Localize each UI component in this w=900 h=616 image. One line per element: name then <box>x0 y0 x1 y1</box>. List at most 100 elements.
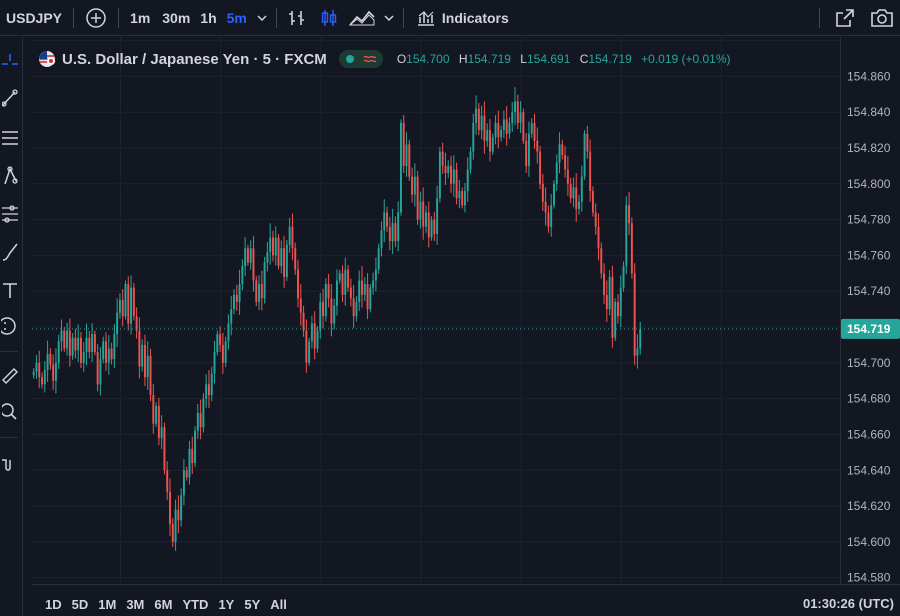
range-6m-button[interactable]: 6M <box>149 597 177 612</box>
range-1y-button[interactable]: 1Y <box>213 597 239 612</box>
candle-body <box>299 298 302 313</box>
candle-body <box>66 330 69 349</box>
candle-body <box>489 130 491 152</box>
candle-body <box>330 298 333 324</box>
candle-body <box>372 280 375 288</box>
toolbar-divider <box>0 351 18 352</box>
candle-body <box>143 344 146 378</box>
text-tool[interactable] <box>0 277 20 303</box>
candle-body <box>558 144 561 163</box>
candle-body <box>358 280 361 302</box>
open-key: O <box>396 52 407 66</box>
emoji-tool[interactable] <box>0 313 20 339</box>
candle-body <box>291 226 294 249</box>
range-5d-button[interactable]: 5D <box>67 597 94 612</box>
y-tick-label: 154.640 <box>847 463 891 477</box>
candle-body <box>255 280 258 302</box>
projection-tool[interactable] <box>0 201 20 227</box>
chart-type-dropdown-button[interactable] <box>379 0 399 36</box>
symbol-search-button[interactable]: USDJPY <box>0 0 69 36</box>
interval-1h-button[interactable]: 1h <box>195 0 221 36</box>
area-chart-type-button[interactable] <box>345 0 379 36</box>
toolbar-divider <box>118 7 120 28</box>
ruler-tool[interactable] <box>0 361 20 387</box>
range-ytd-button[interactable]: YTD <box>177 597 213 612</box>
indicators-button[interactable]: Indicators <box>408 0 517 36</box>
brush-tool[interactable] <box>0 239 20 265</box>
zoom-tool[interactable] <box>0 399 20 425</box>
pattern-tool[interactable] <box>0 163 20 189</box>
crosshair-tool[interactable] <box>0 51 20 77</box>
candle-body <box>149 355 152 396</box>
chart-title[interactable]: U.S. Dollar / Japanese Yen · 5 · FXCM <box>62 51 327 68</box>
magnet-tool[interactable] <box>0 451 20 477</box>
candle-body <box>539 151 542 184</box>
interval-1m-button[interactable]: 1m <box>123 0 157 36</box>
candle-body <box>363 284 366 295</box>
candle-body <box>441 151 444 166</box>
range-3m-button[interactable]: 3M <box>121 597 149 612</box>
y-tick-label: 154.780 <box>847 213 891 227</box>
candle-body <box>113 334 116 360</box>
y-tick-label: 154.680 <box>847 392 891 406</box>
snapshot-button[interactable] <box>866 0 900 36</box>
candle-body <box>82 352 85 363</box>
range-1d-button[interactable]: 1D <box>40 597 67 612</box>
chevron-down-icon <box>384 14 394 21</box>
candle-body <box>461 190 464 206</box>
candle-body <box>310 323 313 342</box>
range-all-button[interactable]: All <box>265 597 292 612</box>
candle-body <box>411 176 414 195</box>
high-key: H <box>458 52 468 66</box>
candle-body <box>402 122 405 166</box>
candle-body <box>305 330 308 363</box>
flag-icon <box>39 51 56 67</box>
area-chart-icon <box>348 10 375 26</box>
fib-tool[interactable] <box>0 125 20 151</box>
range-5y-button[interactable]: 5Y <box>239 597 265 612</box>
candle-body <box>483 115 486 141</box>
candles-group <box>32 87 642 551</box>
candle-body <box>566 169 569 184</box>
open-external-icon <box>836 8 854 27</box>
candle-body <box>313 323 316 349</box>
candle-body <box>486 130 489 141</box>
interval-30m-button[interactable]: 30m <box>157 0 195 36</box>
price-chart[interactable]: 154.580 154.600 154.620 154.640 154.660 154.6… <box>32 37 900 592</box>
candle-body <box>166 470 169 492</box>
candle-body <box>63 330 66 349</box>
candle-body <box>369 287 372 310</box>
status-dot-icon <box>345 55 354 63</box>
range-1m-button[interactable]: 1M <box>93 597 121 612</box>
y-tick-label: 154.760 <box>847 248 891 262</box>
range-buttons: 1D 5D 1M 3M 6M YTD 1Y 5Y All <box>40 597 292 612</box>
candle-chart-type-button[interactable] <box>313 0 345 36</box>
bar-chart-type-button[interactable] <box>281 0 313 36</box>
candle-body <box>60 330 63 342</box>
candle-body <box>391 223 394 242</box>
ruler-icon <box>2 368 18 384</box>
candle-body <box>327 284 330 299</box>
candle-body <box>552 183 555 206</box>
brush-icon <box>2 243 18 261</box>
open-value: 154.700 <box>406 52 450 66</box>
candle-body <box>338 273 341 281</box>
candle-body <box>341 273 344 295</box>
candle-body <box>500 130 503 138</box>
current-price-label: 154.719 <box>847 322 891 336</box>
candle-body <box>216 334 219 353</box>
candles-icon <box>321 9 337 26</box>
candle-body <box>233 294 235 310</box>
candle-body <box>102 341 105 360</box>
market-status-badge[interactable] <box>338 50 383 68</box>
trendline-tool[interactable] <box>0 85 20 111</box>
candle-body <box>516 101 519 123</box>
compare-symbol-button[interactable] <box>78 0 114 36</box>
candle-body <box>221 344 224 363</box>
fullscreen-button[interactable] <box>824 0 866 36</box>
candle-body <box>46 353 49 370</box>
interval-5m-button[interactable]: 5m <box>222 0 252 36</box>
utc-clock[interactable]: 01:30:26 (UTC) <box>803 592 894 616</box>
y-tick-label: 154.800 <box>847 177 891 191</box>
interval-dropdown-button[interactable] <box>252 0 272 36</box>
